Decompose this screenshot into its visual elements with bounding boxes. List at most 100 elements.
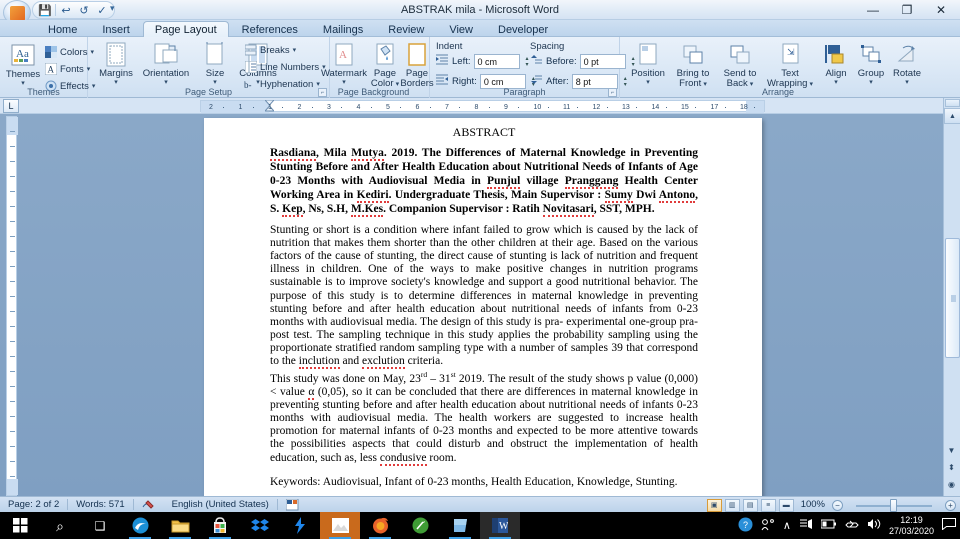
status-language[interactable]: English (United States) bbox=[164, 497, 277, 513]
line-numbers-button[interactable]: Line Numbers ▾ bbox=[244, 60, 326, 74]
breaks-caret-icon[interactable]: ▾ bbox=[293, 46, 297, 54]
spacing-before-input[interactable]: 0 pt bbox=[579, 54, 626, 69]
vruler-tick bbox=[10, 416, 15, 417]
taskbar-clock[interactable]: 12:19 27/03/2020 bbox=[889, 515, 934, 537]
ruler-tick: 15 bbox=[681, 104, 689, 111]
view-web-layout-button[interactable]: ▤ bbox=[742, 498, 758, 512]
breaks-button[interactable]: Breaks ▾ bbox=[244, 43, 296, 57]
notification-icon[interactable] bbox=[942, 518, 956, 533]
tab-home[interactable]: Home bbox=[36, 21, 89, 37]
align-button[interactable]: Align ▾ bbox=[820, 41, 852, 86]
people-icon[interactable] bbox=[761, 518, 775, 534]
sticky-notes-icon[interactable] bbox=[440, 512, 480, 539]
word-icon[interactable]: W bbox=[480, 512, 520, 539]
tab-insert[interactable]: Insert bbox=[90, 21, 142, 37]
group-button[interactable]: Group ▾ bbox=[854, 41, 888, 86]
status-word-count[interactable]: Words: 571 bbox=[68, 497, 132, 513]
group-caret-icon[interactable]: ▾ bbox=[869, 79, 873, 86]
scroll-up-button[interactable]: ▲ bbox=[944, 108, 960, 124]
watermark-caret-icon[interactable]: ▾ bbox=[342, 79, 346, 86]
spelling-error: exclution bbox=[362, 355, 405, 370]
help-circle-icon[interactable]: ? bbox=[738, 517, 753, 535]
rotate-caret-icon[interactable]: ▾ bbox=[905, 79, 909, 86]
scroll-down-button[interactable]: ▼ bbox=[943, 442, 960, 459]
tab-references[interactable]: References bbox=[230, 21, 310, 37]
document-body[interactable]: ABSTRACT Rasdiana, Mila Mutya. 2019. The… bbox=[270, 125, 698, 489]
page-borders-button[interactable]: Page Borders bbox=[400, 41, 434, 89]
tab-mailings[interactable]: Mailings bbox=[311, 21, 375, 37]
onedrive-icon[interactable] bbox=[845, 518, 859, 533]
horizontal-ruler[interactable]: 2 1 1 2 3 4 5 6 7 8 9 10 11 12 13 14 15 17 18 bbox=[200, 99, 765, 121]
document-page[interactable]: ABSTRACT Rasdiana, Mila Mutya. 2019. The… bbox=[204, 118, 762, 496]
zoom-out-button[interactable]: − bbox=[832, 499, 843, 511]
text-wrapping-button[interactable]: ⇲ Text Wrapping ▾ bbox=[764, 41, 816, 89]
task-view-icon[interactable]: ❑ bbox=[80, 512, 120, 539]
file-explorer-icon[interactable] bbox=[160, 512, 200, 539]
minimize-button[interactable]: — bbox=[856, 0, 890, 20]
margins-button[interactable]: Margins ▾ bbox=[94, 41, 138, 86]
rotate-button[interactable]: Rotate ▾ bbox=[890, 41, 924, 86]
zoom-level[interactable]: 100% bbox=[797, 497, 829, 513]
position-button[interactable]: Position ▾ bbox=[626, 41, 670, 86]
vertical-ruler[interactable] bbox=[6, 116, 18, 496]
margins-caret-icon[interactable]: ▾ bbox=[114, 79, 118, 86]
position-caret-icon[interactable]: ▾ bbox=[646, 79, 650, 86]
view-draft-button[interactable]: ▬ bbox=[778, 498, 794, 512]
flash-icon[interactable] bbox=[280, 512, 320, 539]
bring-to-front-button[interactable]: Bring to Front ▾ bbox=[670, 41, 716, 89]
theme-fonts-button[interactable]: A Fonts ▾ bbox=[44, 62, 90, 76]
windows-start-icon[interactable] bbox=[0, 512, 40, 539]
orientation-caret-icon[interactable]: ▾ bbox=[164, 79, 168, 86]
themes-caret-icon[interactable]: ▾ bbox=[21, 80, 25, 87]
macro-record-icon[interactable] bbox=[278, 497, 307, 513]
volume-icon[interactable] bbox=[867, 518, 881, 533]
tab-stop-selector[interactable]: L bbox=[3, 99, 19, 113]
split-window-button[interactable] bbox=[945, 99, 960, 107]
proofing-errors-icon[interactable] bbox=[134, 497, 164, 513]
zoom-slider-handle[interactable] bbox=[890, 498, 897, 512]
status-page[interactable]: Page: 2 of 2 bbox=[0, 497, 67, 513]
photos-icon[interactable] bbox=[320, 512, 360, 539]
previous-page-button[interactable]: ⬍ bbox=[943, 459, 960, 476]
view-print-layout-button[interactable]: ▣ bbox=[706, 498, 722, 512]
vertical-scrollbar[interactable]: ▲ ▼ ⬍ ◉ ⬍ bbox=[943, 98, 960, 506]
ribbon-group-paragraph: Indent Spacing Left: 0 cm ▴ ▾ Right: 0 cm… bbox=[430, 37, 635, 98]
search-icon[interactable]: ⌕ bbox=[40, 512, 80, 539]
themes-button[interactable]: Aa Themes ▾ bbox=[4, 42, 42, 87]
tab-page-layout[interactable]: Page Layout bbox=[142, 21, 229, 37]
scrollbar-thumb[interactable] bbox=[945, 238, 960, 358]
tab-developer[interactable]: Developer bbox=[486, 21, 560, 37]
themes-group-label: Themes bbox=[27, 87, 60, 97]
view-outline-button[interactable]: ≡ bbox=[760, 498, 776, 512]
size-caret-icon[interactable]: ▾ bbox=[213, 79, 217, 86]
send-to-back-button[interactable]: Send to Back ▾ bbox=[718, 41, 762, 89]
document-canvas: ABSTRACT Rasdiana, Mila Mutya. 2019. The… bbox=[0, 114, 960, 496]
vruler-tick bbox=[10, 356, 15, 357]
orientation-button[interactable]: Orientation ▾ bbox=[138, 41, 194, 86]
dropbox-icon[interactable] bbox=[240, 512, 280, 539]
indent-left-input[interactable]: 0 cm bbox=[473, 54, 520, 69]
ruler-tick: 5 bbox=[386, 104, 390, 111]
align-caret-icon[interactable]: ▾ bbox=[834, 79, 838, 86]
show-hidden-icons-chevron[interactable]: ∧ bbox=[783, 519, 791, 532]
tab-review[interactable]: Review bbox=[376, 21, 436, 37]
close-button[interactable]: ✕ bbox=[924, 0, 958, 20]
zoom-in-button[interactable]: + bbox=[945, 499, 956, 511]
zoom-slider[interactable] bbox=[846, 498, 942, 512]
size-button[interactable]: Size ▾ bbox=[198, 41, 232, 86]
view-full-screen-reading-button[interactable]: ▥ bbox=[724, 498, 740, 512]
tab-view[interactable]: View bbox=[437, 21, 485, 37]
battery-icon[interactable] bbox=[820, 519, 837, 532]
theme-colors-button[interactable]: Colors ▾ bbox=[44, 45, 94, 59]
maximize-button[interactable]: ❐ bbox=[890, 0, 924, 20]
ruler-tick: 1 bbox=[238, 104, 243, 111]
network-icon[interactable] bbox=[799, 518, 813, 533]
onenote-icon[interactable] bbox=[400, 512, 440, 539]
indent-left-icon bbox=[436, 54, 449, 69]
microsoft-store-icon[interactable] bbox=[200, 512, 240, 539]
select-browse-object-button[interactable]: ◉ bbox=[943, 476, 960, 493]
watermark-button[interactable]: A Watermark ▾ bbox=[320, 41, 368, 86]
firefox-icon[interactable] bbox=[360, 512, 400, 539]
page-color-button[interactable]: Page Color ▾ bbox=[370, 41, 400, 89]
edge-icon[interactable] bbox=[120, 512, 160, 539]
